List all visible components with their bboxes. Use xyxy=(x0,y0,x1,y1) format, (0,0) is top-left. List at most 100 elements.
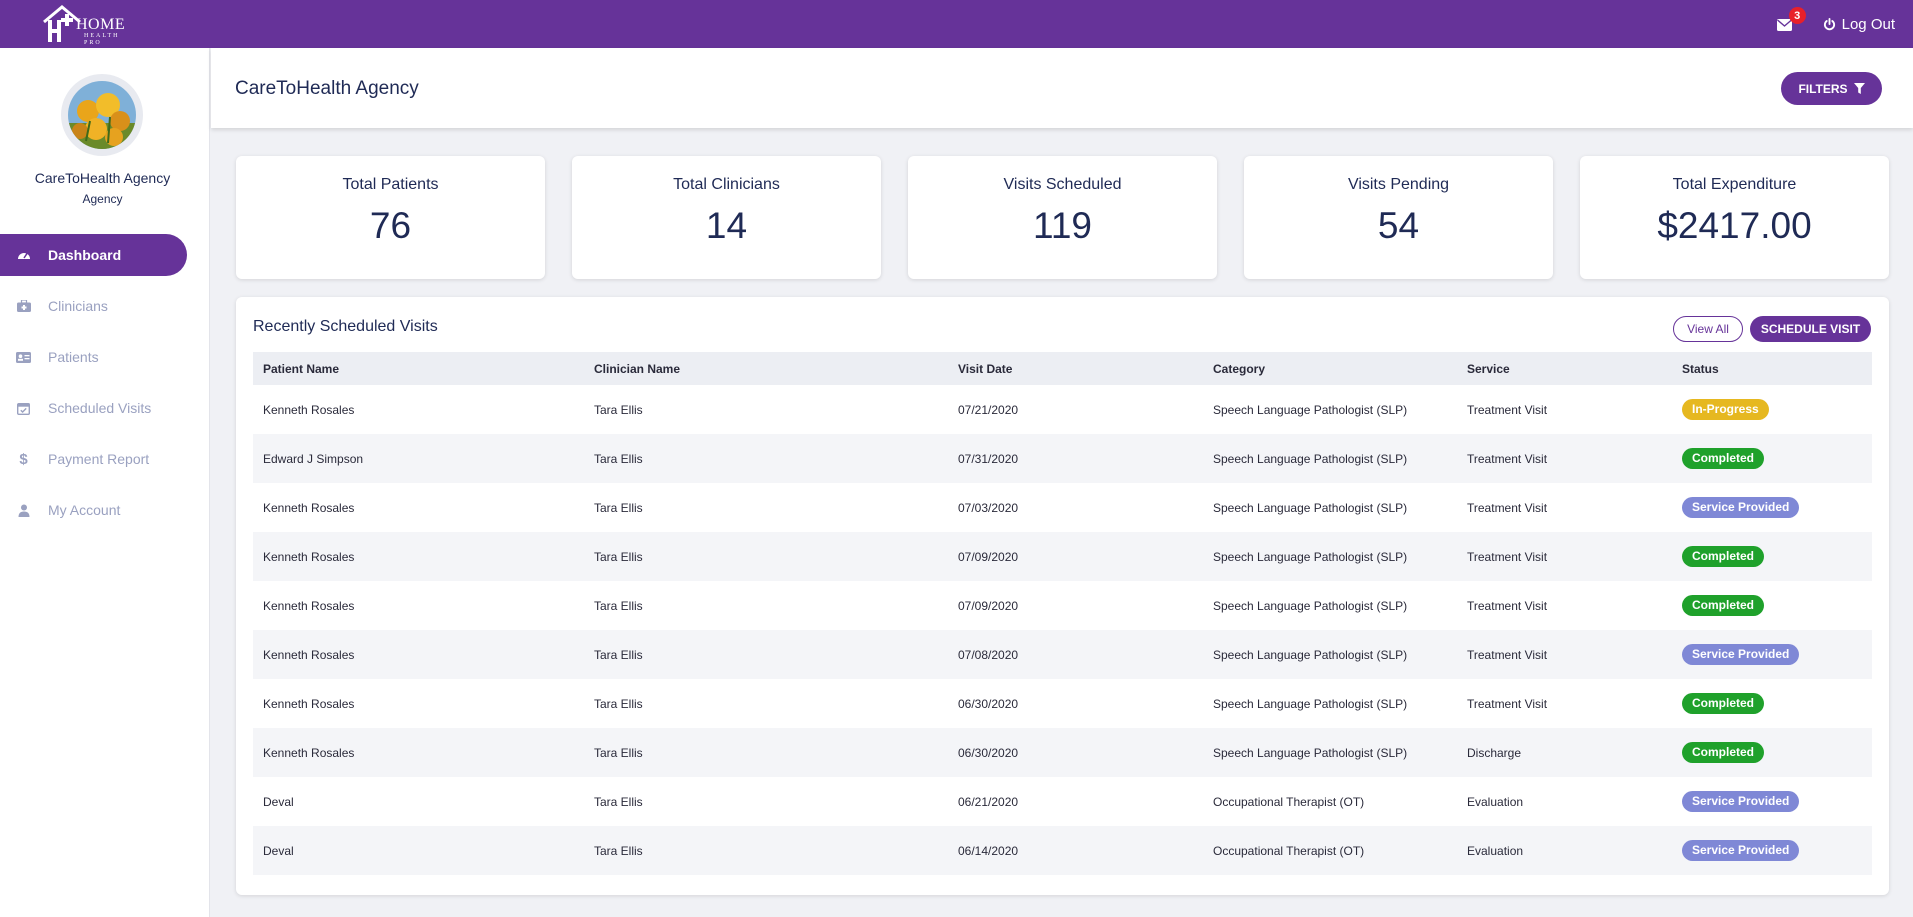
top-bar: HOME HEALTH PRO 3 Log Out xyxy=(0,0,1913,48)
filters-button[interactable]: FILTERS xyxy=(1781,72,1882,105)
status-badge: Completed xyxy=(1682,546,1765,567)
clinician-name: Tara Ellis xyxy=(594,843,643,858)
table-row[interactable]: Kenneth Rosales Tara Ellis 07/03/2020 Sp… xyxy=(253,483,1872,532)
category: Speech Language Pathologist (SLP) xyxy=(1213,647,1408,662)
sidebar-item-label: Payment Report xyxy=(48,451,150,467)
calendar-check-icon xyxy=(16,401,31,416)
visit-date: 07/09/2020 xyxy=(958,598,1019,613)
stat-label: Total Clinicians xyxy=(673,176,780,193)
service: Treatment Visit xyxy=(1467,696,1548,711)
sidebar-item-label: Patients xyxy=(48,349,99,365)
page-title: CareToHealth Agency xyxy=(235,78,419,99)
patient-name: Kenneth Rosales xyxy=(263,745,355,760)
service: Evaluation xyxy=(1467,843,1524,858)
filter-icon xyxy=(1853,83,1865,94)
logo[interactable]: HOME HEALTH PRO xyxy=(42,4,125,46)
category: Speech Language Pathologist (SLP) xyxy=(1213,402,1408,417)
clinician-name: Tara Ellis xyxy=(594,745,643,760)
sidebar-item-scheduled-visits[interactable]: Scheduled Visits xyxy=(0,387,210,429)
logo-title: HOME xyxy=(76,16,126,33)
stat-value: 54 xyxy=(1377,205,1420,246)
category: Occupational Therapist (OT) xyxy=(1213,843,1365,858)
column-header[interactable]: Clinician Name xyxy=(584,362,948,376)
power-icon xyxy=(1823,17,1835,30)
table-row[interactable]: Kenneth Rosales Tara Ellis 07/21/2020 Sp… xyxy=(253,385,1872,434)
category: Speech Language Pathologist (SLP) xyxy=(1213,500,1408,515)
stat-card-visits-scheduled: Visits Scheduled 119 xyxy=(908,156,1217,279)
view-all-button[interactable]: View All xyxy=(1673,316,1743,342)
table-row[interactable]: Kenneth Rosales Tara Ellis 07/09/2020 Sp… xyxy=(253,532,1872,581)
patient-name: Deval xyxy=(263,794,294,809)
avatar[interactable] xyxy=(61,74,143,156)
avatar-image xyxy=(68,81,136,149)
sidebar-item-label: My Account xyxy=(48,502,121,518)
table-body: Kenneth Rosales Tara Ellis 07/21/2020 Sp… xyxy=(253,385,1872,875)
service: Discharge xyxy=(1467,745,1522,760)
table-row[interactable]: Edward J Simpson Tara Ellis 07/31/2020 S… xyxy=(253,434,1872,483)
clinician-name: Tara Ellis xyxy=(594,451,643,466)
category: Speech Language Pathologist (SLP) xyxy=(1213,549,1408,564)
service: Treatment Visit xyxy=(1467,451,1548,466)
logo-subtitle: HEALTH PRO xyxy=(84,33,120,46)
sidebar-item-dashboard[interactable]: Dashboard xyxy=(0,234,187,276)
status-badge: Completed xyxy=(1682,448,1765,469)
category: Speech Language Pathologist (SLP) xyxy=(1213,451,1408,466)
dollar-icon: $ xyxy=(19,450,28,468)
service: Treatment Visit xyxy=(1467,500,1548,515)
status-badge: In-Progress xyxy=(1682,399,1769,420)
column-header[interactable]: Service xyxy=(1457,362,1672,376)
visit-date: 07/09/2020 xyxy=(958,549,1019,564)
column-header[interactable]: Patient Name xyxy=(253,362,584,376)
dashboard-icon xyxy=(16,248,31,263)
stat-label: Visits Pending xyxy=(1347,176,1450,193)
visit-date: 06/30/2020 xyxy=(958,745,1019,760)
medkit-icon xyxy=(16,299,31,314)
sidebar-item-payment-report[interactable]: $ Payment Report xyxy=(0,438,210,480)
envelope-icon xyxy=(1776,19,1792,31)
messages-button[interactable]: 3 xyxy=(1776,7,1806,31)
filters-label: FILTERS xyxy=(1798,81,1848,96)
service: Treatment Visit xyxy=(1467,402,1548,417)
patient-name: Kenneth Rosales xyxy=(263,402,355,417)
schedule-visit-button[interactable]: SCHEDULE VISIT xyxy=(1750,316,1871,342)
sidebar-item-clinicians[interactable]: Clinicians xyxy=(0,285,210,327)
page-header: CareToHealth Agency FILTERS xyxy=(211,48,1913,128)
logout-button[interactable]: Log Out xyxy=(1823,16,1895,33)
status-badge: Completed xyxy=(1682,742,1765,763)
sidebar-item-patients[interactable]: Patients xyxy=(0,336,210,378)
sidebar-item-label: Scheduled Visits xyxy=(48,400,152,416)
panel-title: Recently Scheduled Visits xyxy=(253,318,438,335)
service: Treatment Visit xyxy=(1467,549,1548,564)
sidebar-item-my-account[interactable]: My Account xyxy=(0,489,210,531)
table-row[interactable]: Kenneth Rosales Tara Ellis 06/30/2020 Sp… xyxy=(253,728,1872,777)
clinician-name: Tara Ellis xyxy=(594,647,643,662)
status-badge: Completed xyxy=(1682,595,1765,616)
stat-card-total-clinicians: Total Clinicians 14 xyxy=(572,156,881,279)
service: Treatment Visit xyxy=(1467,647,1548,662)
service: Evaluation xyxy=(1467,794,1524,809)
table-row[interactable]: Deval Tara Ellis 06/21/2020 Occupational… xyxy=(253,777,1872,826)
clinician-name: Tara Ellis xyxy=(594,402,643,417)
table-row[interactable]: Deval Tara Ellis 06/14/2020 Occupational… xyxy=(253,826,1872,875)
clinician-name: Tara Ellis xyxy=(594,794,643,809)
stat-value: 76 xyxy=(369,205,412,246)
id-card-icon xyxy=(16,350,31,365)
user-icon xyxy=(16,503,31,518)
column-header[interactable]: Status xyxy=(1672,362,1872,376)
status-badge: Service Provided xyxy=(1682,840,1800,861)
clinician-name: Tara Ellis xyxy=(594,549,643,564)
column-header[interactable]: Visit Date xyxy=(948,362,1203,376)
status-badge: Completed xyxy=(1682,693,1765,714)
column-header[interactable]: Category xyxy=(1203,362,1457,376)
logout-label: Log Out xyxy=(1841,15,1895,33)
table-row[interactable]: Kenneth Rosales Tara Ellis 07/08/2020 Sp… xyxy=(253,630,1872,679)
agency-role: Agency xyxy=(82,192,123,206)
table-row[interactable]: Kenneth Rosales Tara Ellis 06/30/2020 Sp… xyxy=(253,679,1872,728)
category: Occupational Therapist (OT) xyxy=(1213,794,1365,809)
patient-name: Deval xyxy=(263,843,294,858)
patient-name: Kenneth Rosales xyxy=(263,647,355,662)
table-row[interactable]: Kenneth Rosales Tara Ellis 07/09/2020 Sp… xyxy=(253,581,1872,630)
patient-name: Kenneth Rosales xyxy=(263,500,355,515)
sidebar: CareToHealth Agency Agency Dashboard Cli… xyxy=(0,48,210,917)
status-badge: Service Provided xyxy=(1682,644,1800,665)
